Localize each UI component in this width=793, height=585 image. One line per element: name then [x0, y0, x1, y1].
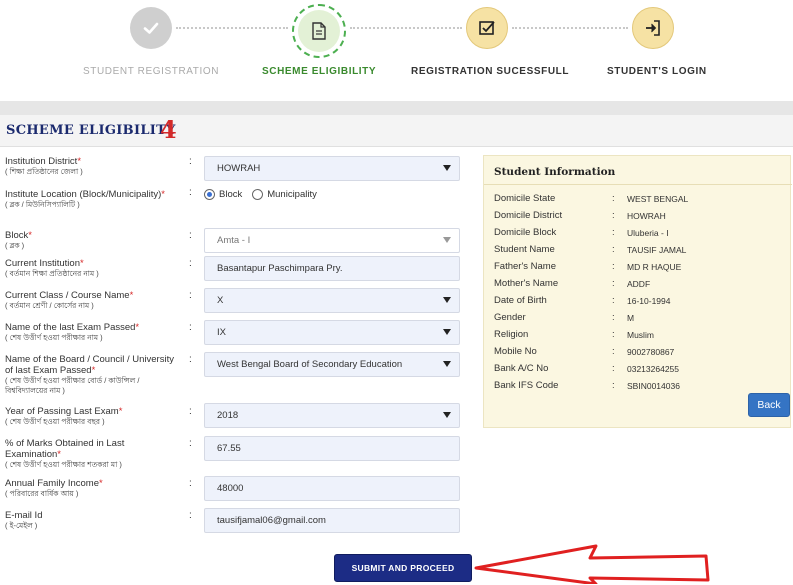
info-row: Bank A/C No:03213264255	[494, 363, 680, 374]
current-class-select[interactable]: X	[204, 288, 460, 313]
last-exam-select[interactable]: IX	[204, 320, 460, 345]
back-button[interactable]: Back	[748, 393, 790, 417]
current-institution-field[interactable]: Basantapur Paschimpara Pry.	[204, 256, 460, 281]
progress-stepper: STUDENT REGISTRATION SCHEME ELIGIBILITY …	[0, 0, 793, 100]
colon: :	[189, 354, 192, 365]
checkbox-icon	[479, 21, 495, 35]
step-connector	[176, 27, 288, 29]
board-select[interactable]: West Bengal Board of Secondary Education	[204, 352, 460, 377]
info-row: Date of Birth:16-10-1994	[494, 295, 671, 306]
dropdown-arrow-icon	[443, 297, 451, 303]
info-row: Domicile District: HOWRAH	[494, 210, 666, 221]
dropdown-arrow-icon	[443, 237, 451, 243]
dropdown-arrow-icon	[443, 412, 451, 418]
block-label: Block* ( ব্লক )	[5, 230, 32, 250]
marks-percent-field[interactable]: 67.55	[204, 436, 460, 461]
marks-percent-label: % of Marks Obtained in Last Examination*…	[5, 438, 125, 469]
section-header: SCHEME ELIGIBILITY 4	[0, 115, 793, 147]
colon: :	[189, 187, 192, 198]
document-icon	[312, 22, 326, 40]
last-exam-label: Name of the last Exam Passed* ( শেষ উত্ত…	[5, 322, 140, 342]
dropdown-arrow-icon	[443, 329, 451, 335]
annotation-number: 4	[160, 115, 177, 144]
dropdown-arrow-icon	[443, 165, 451, 171]
municipality-radio[interactable]	[252, 189, 264, 200]
step-1-circle	[130, 7, 172, 49]
colon: :	[189, 406, 192, 417]
email-label: E-mail Id ( ই-মেইল )	[5, 510, 43, 530]
block-radio[interactable]	[204, 189, 215, 200]
step-3-circle	[466, 7, 508, 49]
annotation-arrow-icon	[474, 544, 710, 584]
dropdown-arrow-icon	[443, 361, 451, 367]
student-info-panel: Student Information Domicile State: WEST …	[483, 155, 792, 428]
location-radio-group: Block Municipality	[204, 189, 317, 200]
colon: :	[189, 322, 192, 333]
step-label-registration-successful: REGISTRATION SUCESSFULL	[411, 66, 570, 77]
institute-location-label: Institute Location (Block/Municipality)*…	[5, 189, 165, 209]
divider	[484, 184, 792, 185]
page-title: SCHEME ELIGIBILITY	[6, 123, 176, 138]
info-row: Gender: M	[494, 312, 635, 323]
info-row: Religion: Muslim	[494, 329, 654, 340]
colon: :	[189, 258, 192, 269]
info-row: Father's Name: MD R HAQUE	[494, 261, 682, 272]
colon: :	[189, 156, 192, 167]
info-row: Domicile State: WEST BENGAL	[494, 193, 689, 204]
login-icon	[646, 20, 660, 36]
info-row: Student Name: TAUSIF JAMAL	[494, 244, 687, 255]
step-label-student-login: STUDENT'S LOGIN	[607, 66, 707, 77]
info-row: Mobile No:9002780867	[494, 346, 675, 357]
info-row: Domicile Block: Uluberia - I	[494, 227, 669, 238]
step-4-circle	[632, 7, 674, 49]
header-band	[0, 101, 793, 115]
block-select[interactable]: Amta - I	[204, 228, 460, 253]
current-institution-label: Current Institution* ( বর্তমান শিক্ষা প্…	[5, 258, 99, 278]
step-2-circle	[292, 4, 346, 58]
family-income-field[interactable]: 48000	[204, 476, 460, 501]
info-row: Bank IFS Code: SBIN0014036	[494, 380, 680, 391]
colon: :	[189, 438, 192, 449]
step-connector	[512, 27, 628, 29]
institution-district-select[interactable]: HOWRAH	[204, 156, 460, 181]
colon: :	[189, 290, 192, 301]
student-info-title: Student Information	[494, 166, 616, 178]
current-class-label: Current Class / Course Name* ( বর্তমান শ…	[5, 290, 134, 310]
info-row: Mother's Name: ADDF	[494, 278, 651, 289]
step-connector	[350, 27, 462, 29]
colon: :	[189, 478, 192, 489]
step-label-scheme-eligibility: SCHEME ELIGIBILITY	[262, 66, 377, 77]
colon: :	[189, 230, 192, 241]
email-field[interactable]: tausifjamal06@gmail.com	[204, 508, 460, 533]
board-label: Name of the Board / Council / University…	[5, 354, 174, 395]
family-income-label: Annual Family Income* ( পরিবারের বার্ষিক…	[5, 478, 103, 498]
year-passing-label: Year of Passing Last Exam* ( শেষ উত্তীর্…	[5, 406, 123, 426]
eligibility-form: Institution District* ( শিক্ষা প্রতিষ্ঠা…	[0, 150, 470, 540]
block-radio-label: Block	[219, 189, 243, 200]
institution-district-label: Institution District* ( শিক্ষা প্রতিষ্ঠা…	[5, 156, 83, 176]
check-icon	[143, 22, 159, 34]
municipality-radio-label: Municipality	[267, 189, 317, 200]
step-label-student-registration: STUDENT REGISTRATION	[83, 66, 220, 77]
colon: :	[189, 510, 192, 521]
submit-and-proceed-button[interactable]: SUBMIT AND PROCEED	[334, 554, 472, 582]
year-passing-select[interactable]: 2018	[204, 403, 460, 428]
